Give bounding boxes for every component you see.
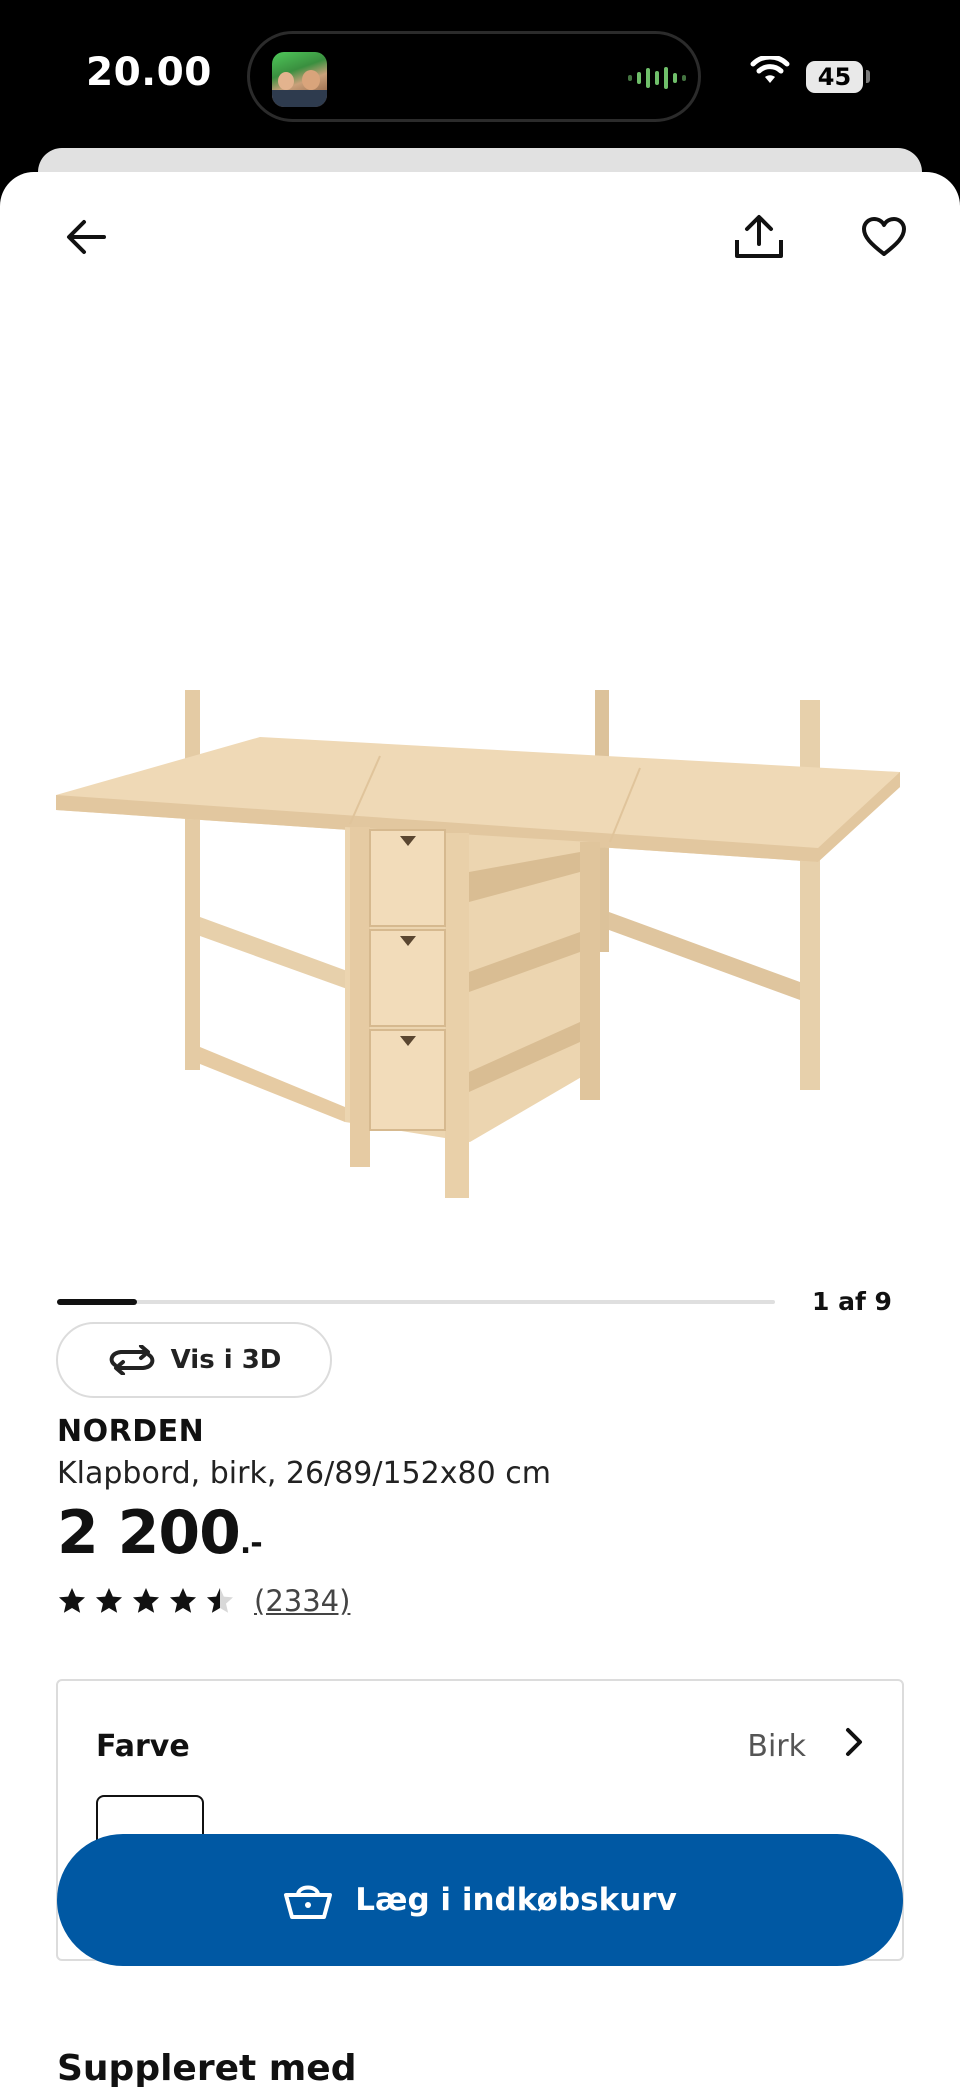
share-icon	[735, 215, 783, 258]
product-price: 2 200.-	[57, 1498, 263, 1568]
add-to-cart-label: Læg i indkøbskurv	[355, 1882, 677, 1918]
gallery-progress-track	[57, 1299, 775, 1305]
review-count[interactable]: (2334)	[254, 1584, 350, 1618]
back-button[interactable]	[50, 201, 122, 273]
battery-indicator: 45	[806, 61, 863, 93]
arrow-left-icon	[67, 220, 106, 254]
product-description: Klapbord, birk, 26/89/152x80 cm	[57, 1456, 551, 1491]
gallery-progress-fill	[57, 1299, 137, 1305]
price-value: 2 200	[57, 1498, 241, 1568]
star-half-icon	[207, 1588, 233, 1613]
star-full-icon	[170, 1588, 196, 1613]
product-sheet: Vis i 3D 1 af 9 NORDEN Klapbord, birk, 2…	[0, 172, 960, 2087]
add-to-cart-button[interactable]: Læg i indkøbskurv	[57, 1834, 903, 1966]
chevron-right-icon	[846, 1728, 862, 1756]
battery-tip	[866, 70, 870, 83]
color-value: Birk	[747, 1729, 806, 1764]
product-rating[interactable]: (2334)	[57, 1584, 350, 1618]
status-bar: 20.00 45	[0, 0, 960, 150]
heart-icon	[862, 217, 906, 256]
star-full-icon	[59, 1588, 85, 1613]
section-title: Suppleret med	[57, 2048, 357, 2087]
gallery-pager: 1 af 9	[812, 1287, 892, 1316]
star-full-icon	[133, 1588, 159, 1613]
dynamic-island[interactable]	[247, 31, 701, 122]
now-playing-artwork	[272, 52, 327, 107]
share-button[interactable]	[723, 201, 795, 273]
product-image[interactable]	[50, 552, 910, 1232]
rotate-3d-icon	[109, 1345, 154, 1375]
rating-stars	[57, 1586, 235, 1616]
favorite-button[interactable]	[848, 201, 920, 273]
star-full-icon	[96, 1588, 122, 1613]
audio-wave-icon	[628, 66, 686, 90]
view-3d-button[interactable]: Vis i 3D	[56, 1322, 332, 1398]
price-suffix: .-	[239, 1526, 263, 1561]
view-3d-label: Vis i 3D	[170, 1345, 282, 1375]
color-title: Farve	[96, 1729, 190, 1764]
status-time: 20.00	[86, 50, 212, 95]
product-name: NORDEN	[57, 1414, 205, 1449]
basket-icon	[284, 1885, 333, 1919]
wifi-icon	[750, 56, 790, 83]
